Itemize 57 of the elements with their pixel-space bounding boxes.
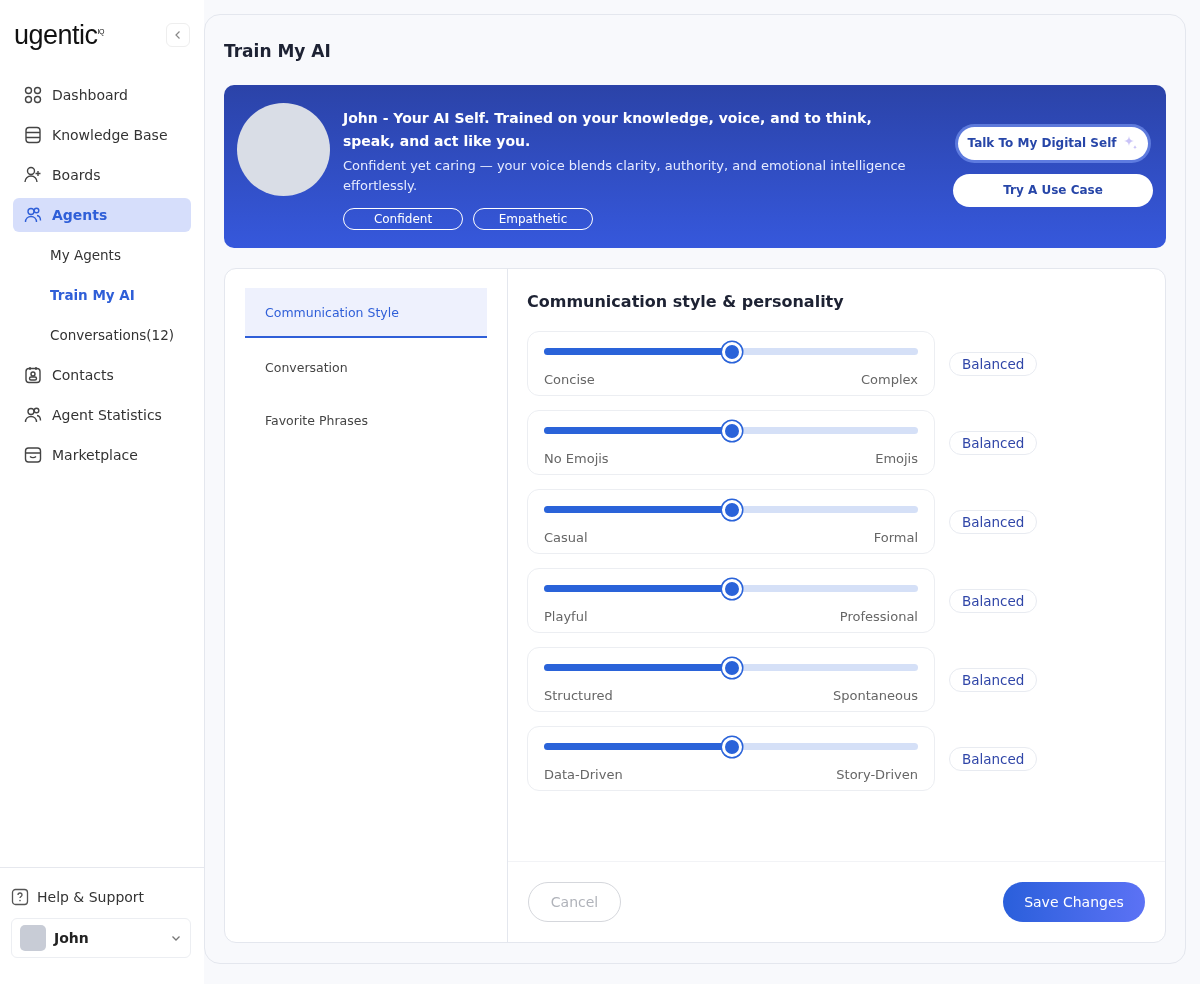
slider-max-label: Emojis xyxy=(875,451,918,466)
slider-thumb[interactable] xyxy=(722,342,742,362)
slider[interactable] xyxy=(544,340,918,362)
banner-button[interactable]: Try A Use Case xyxy=(953,173,1153,207)
section-title: Communication style & personality xyxy=(527,292,845,311)
slider-thumb[interactable] xyxy=(722,737,742,757)
grid-icon xyxy=(23,85,43,105)
settings-tab[interactable]: Favorite Phrases xyxy=(245,396,487,444)
banner-headline: John - Your AI Self. Trained on your knowledge, voice, and to think, speak, and act like you. xyxy=(343,109,873,151)
nav-item[interactable]: Marketplace xyxy=(13,438,191,472)
banner-description: Confident yet caring — your voice blends clarity, authority, and emotional intelligence effortlessly. xyxy=(343,157,907,195)
help-icon xyxy=(11,888,29,906)
nav-item[interactable]: Agents xyxy=(13,198,191,232)
slider-thumb[interactable] xyxy=(722,421,742,441)
slider-min-label: No Emojis xyxy=(544,451,609,466)
store-icon xyxy=(23,445,43,465)
slider[interactable] xyxy=(544,656,918,678)
chevron-left-icon xyxy=(173,30,183,40)
slider-thumb[interactable] xyxy=(722,658,742,678)
slider[interactable] xyxy=(544,577,918,599)
contact-icon xyxy=(23,365,43,385)
nav-item[interactable]: Contacts xyxy=(13,358,191,392)
slider-min-label: Playful xyxy=(544,609,588,624)
slider-max-label: Spontaneous xyxy=(833,688,918,703)
slider[interactable] xyxy=(544,419,918,441)
user-plus-icon xyxy=(23,165,43,185)
nav-item[interactable]: Knowledge Base xyxy=(13,118,191,152)
nav-subitem[interactable]: Train My AI xyxy=(13,278,191,312)
users-icon xyxy=(23,205,43,225)
help-link[interactable]: Help & Support xyxy=(37,889,145,905)
settings-tab[interactable]: Communication Style xyxy=(245,288,487,338)
settings-tab[interactable]: Conversation xyxy=(245,343,487,391)
slider-max-label: Professional xyxy=(839,609,918,624)
nav-subitem[interactable]: Conversations(12) xyxy=(13,318,191,352)
slider-max-label: Complex xyxy=(860,372,918,387)
nav-item[interactable]: Agent Statistics xyxy=(13,398,191,432)
banner-button[interactable]: Talk To My Digital Self xyxy=(958,126,1148,160)
avatar-placeholder xyxy=(20,925,46,951)
slider-min-label: Data-Driven xyxy=(544,767,623,782)
logo: ugentic$^{IQ}$ xyxy=(14,19,104,51)
slider-min-label: Concise xyxy=(544,372,595,387)
slider-max-label: Formal xyxy=(873,530,918,545)
page-title: Train My AI xyxy=(224,41,332,61)
slider-thumb[interactable] xyxy=(722,500,742,520)
nav-subitem[interactable]: My Agents xyxy=(13,238,191,272)
slider[interactable] xyxy=(544,498,918,520)
slider-min-label: Structured xyxy=(544,688,613,703)
slider-min-label: Casual xyxy=(544,530,588,545)
user-menu[interactable]: John xyxy=(11,918,191,958)
database-icon xyxy=(23,125,43,145)
nav-item[interactable]: Boards xyxy=(13,158,191,192)
slider-thumb[interactable] xyxy=(722,579,742,599)
slider[interactable] xyxy=(544,735,918,757)
users-icon xyxy=(23,405,43,425)
save-button[interactable]: Save Changes xyxy=(1003,882,1145,922)
nav-item[interactable]: Dashboard xyxy=(13,78,191,112)
slider-max-label: Story-Driven xyxy=(836,767,918,782)
